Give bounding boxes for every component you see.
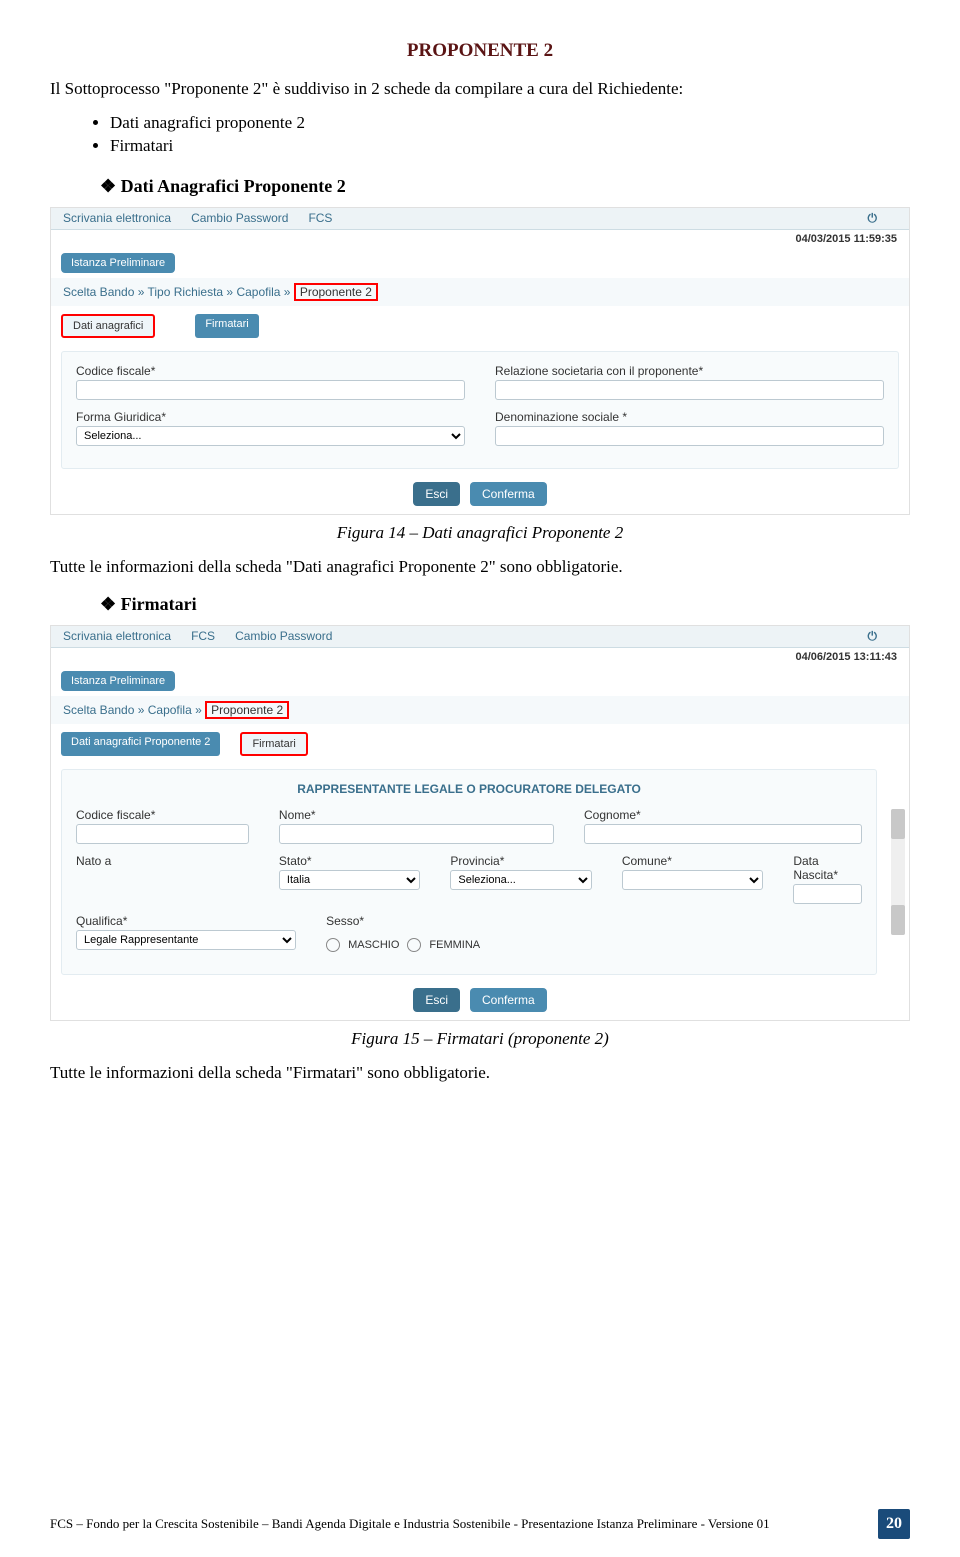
label-data-nascita: Data Nascita* <box>793 854 862 882</box>
label-qualifica: Qualifica* <box>76 914 296 928</box>
breadcrumb-active: Proponente 2 <box>205 701 289 719</box>
module-badge[interactable]: Istanza Preliminare <box>61 253 175 273</box>
body-text-1: Tutte le informazioni della scheda "Dati… <box>50 555 910 579</box>
tab-list: Dati anagrafici Firmatari <box>51 306 909 346</box>
footer: FCS – Fondo per la Crescita Sostenibile … <box>50 1509 910 1539</box>
select-qualifica[interactable]: Legale Rappresentante <box>76 930 296 950</box>
bullet-list: Dati anagrafici proponente 2 Firmatari <box>50 113 910 156</box>
bullet-item: Firmatari <box>110 136 910 156</box>
power-icon[interactable]: ⏻ <box>868 629 878 644</box>
top-nav: Scrivania elettronica FCS Cambio Passwor… <box>51 626 909 648</box>
input-codice-fiscale[interactable] <box>76 824 249 844</box>
tab-dati-anagrafici[interactable]: Dati anagrafici Proponente 2 <box>61 732 220 756</box>
conferma-button[interactable]: Conferma <box>470 482 547 506</box>
screenshot-1: Scrivania elettronica Cambio Password FC… <box>50 207 910 515</box>
page-number: 20 <box>878 1509 910 1539</box>
section-heading: PROPONENTE 2 <box>50 40 910 62</box>
esci-button[interactable]: Esci <box>413 482 460 506</box>
label-relazione: Relazione societaria con il proponente* <box>495 364 884 378</box>
tab-dati-anagrafici[interactable]: Dati anagrafici <box>61 314 155 338</box>
nav-item[interactable]: Scrivania elettronica <box>63 629 171 643</box>
label-codice-fiscale: Codice fiscale* <box>76 808 249 822</box>
timestamp: 04/03/2015 11:59:35 <box>51 230 909 248</box>
module-badge[interactable]: Istanza Preliminare <box>61 671 175 691</box>
input-data-nascita[interactable] <box>793 884 862 904</box>
form-header: RAPPRESENTANTE LEGALE O PROCURATORE DELE… <box>76 782 862 796</box>
timestamp: 04/06/2015 13:11:43 <box>51 648 909 666</box>
breadcrumb-path[interactable]: Scelta Bando » Capofila » <box>63 703 202 717</box>
label-cognome: Cognome* <box>584 808 862 822</box>
input-relazione[interactable] <box>495 380 884 400</box>
select-forma-giuridica[interactable]: Seleziona... <box>76 426 465 446</box>
scrollbar[interactable] <box>891 809 905 935</box>
scrollbar-thumb[interactable] <box>891 905 905 935</box>
label-provincia: Provincia* <box>450 854 591 868</box>
label-comune: Comune* <box>622 854 763 868</box>
nav-item[interactable]: Cambio Password <box>235 629 332 643</box>
button-row: Esci Conferma <box>51 474 909 514</box>
footer-text: FCS – Fondo per la Crescita Sostenibile … <box>50 1516 878 1533</box>
radio-maschio[interactable] <box>326 938 340 952</box>
input-denominazione[interactable] <box>495 426 884 446</box>
breadcrumb-active: Proponente 2 <box>294 283 378 301</box>
figure-caption-1: Figura 14 – Dati anagrafici Proponente 2 <box>50 523 910 543</box>
nav-item[interactable]: FCS <box>308 211 332 225</box>
label-stato: Stato* <box>279 854 420 868</box>
conferma-button[interactable]: Conferma <box>470 988 547 1012</box>
label-codice-fiscale: Codice fiscale* <box>76 364 465 378</box>
radio-label-maschio: MASCHIO <box>348 939 399 951</box>
subsection-heading: Dati Anagrafici Proponente 2 <box>100 176 910 197</box>
tab-firmatari[interactable]: Firmatari <box>240 732 307 756</box>
radio-label-femmina: FEMMINA <box>429 939 480 951</box>
form-area: RAPPRESENTANTE LEGALE O PROCURATORE DELE… <box>61 769 877 975</box>
screenshot-2: Scrivania elettronica FCS Cambio Passwor… <box>50 625 910 1021</box>
radio-femmina[interactable] <box>407 938 421 952</box>
breadcrumb: Scelta Bando » Tipo Richiesta » Capofila… <box>51 278 909 306</box>
body-text-2: Tutte le informazioni della scheda "Firm… <box>50 1061 910 1085</box>
input-cognome[interactable] <box>584 824 862 844</box>
nav-item[interactable]: Cambio Password <box>191 211 288 225</box>
tab-list: Dati anagrafici Proponente 2 Firmatari <box>51 724 909 764</box>
label-forma-giuridica: Forma Giuridica* <box>76 410 465 424</box>
breadcrumb-path[interactable]: Scelta Bando » Tipo Richiesta » Capofila… <box>63 285 290 299</box>
bullet-item: Dati anagrafici proponente 2 <box>110 113 910 133</box>
tab-firmatari[interactable]: Firmatari <box>195 314 258 338</box>
form-area: Codice fiscale* Relazione societaria con… <box>61 351 899 469</box>
select-provincia[interactable]: Seleziona... <box>450 870 591 890</box>
label-nome: Nome* <box>279 808 554 822</box>
select-comune[interactable] <box>622 870 763 890</box>
esci-button[interactable]: Esci <box>413 988 460 1012</box>
label-sesso: Sesso* <box>326 914 862 928</box>
scrollbar-thumb[interactable] <box>891 809 905 839</box>
top-nav: Scrivania elettronica Cambio Password FC… <box>51 208 909 230</box>
button-row: Esci Conferma <box>51 980 909 1020</box>
input-nome[interactable] <box>279 824 554 844</box>
label-nato-a: Nato a <box>76 854 249 868</box>
figure-caption-2: Figura 15 – Firmatari (proponente 2) <box>50 1029 910 1049</box>
breadcrumb: Scelta Bando » Capofila » Proponente 2 <box>51 696 909 724</box>
intro-text: Il Sottoprocesso "Proponente 2" è suddiv… <box>50 77 910 101</box>
subsection-heading: Firmatari <box>100 594 910 615</box>
nav-item[interactable]: FCS <box>191 629 215 643</box>
label-denominazione: Denominazione sociale * <box>495 410 884 424</box>
input-codice-fiscale[interactable] <box>76 380 465 400</box>
select-stato[interactable]: Italia <box>279 870 420 890</box>
nav-item[interactable]: Scrivania elettronica <box>63 211 171 225</box>
power-icon[interactable]: ⏻ <box>868 211 878 226</box>
